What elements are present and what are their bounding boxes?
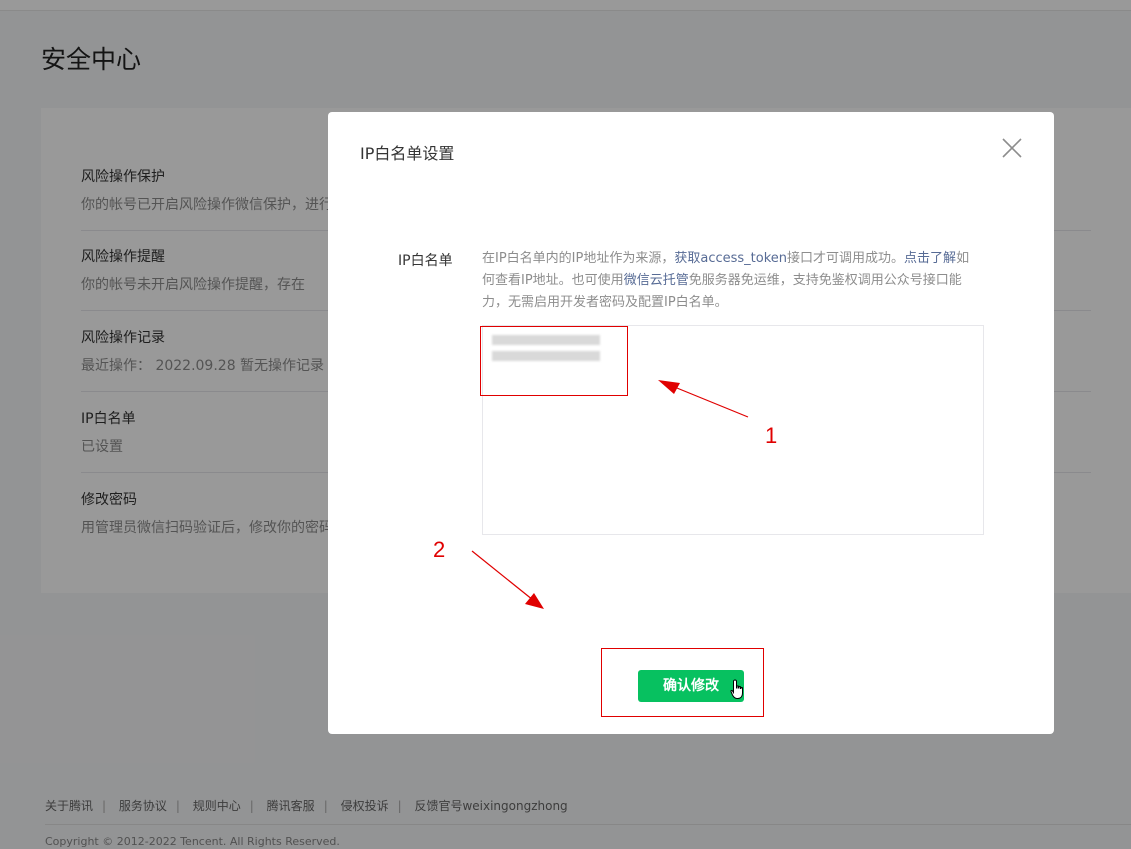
hand-cursor-icon — [730, 679, 746, 705]
ip-whitelist-dialog: IP白名单设置 IP白名单 在IP白名单内的IP地址作为来源，获取access_… — [328, 112, 1054, 734]
redacted-ip — [492, 335, 600, 345]
access-token-link[interactable]: 获取access_token — [674, 251, 787, 266]
annotation-number-2: 2 — [433, 537, 446, 562]
ip-whitelist-textarea[interactable] — [482, 325, 984, 535]
ip-whitelist-hint: 在IP白名单内的IP地址作为来源，获取access_token接口才可调用成功。… — [482, 248, 982, 314]
annotation-number-1: 1 — [765, 423, 778, 448]
hint-text: 接口才可调用成功。 — [787, 251, 905, 266]
redacted-ip — [492, 351, 600, 361]
dialog-title: IP白名单设置 — [360, 144, 455, 163]
ip-whitelist-label: IP白名单 — [398, 253, 453, 269]
close-icon[interactable] — [1000, 136, 1024, 160]
hint-text: 在IP白名单内的IP地址作为来源， — [482, 251, 675, 266]
wechat-cloud-hosting-link[interactable]: 微信云托管 — [624, 273, 689, 288]
confirm-change-button[interactable]: 确认修改 — [638, 670, 744, 702]
learn-more-link[interactable]: 点击了解 — [904, 251, 956, 266]
